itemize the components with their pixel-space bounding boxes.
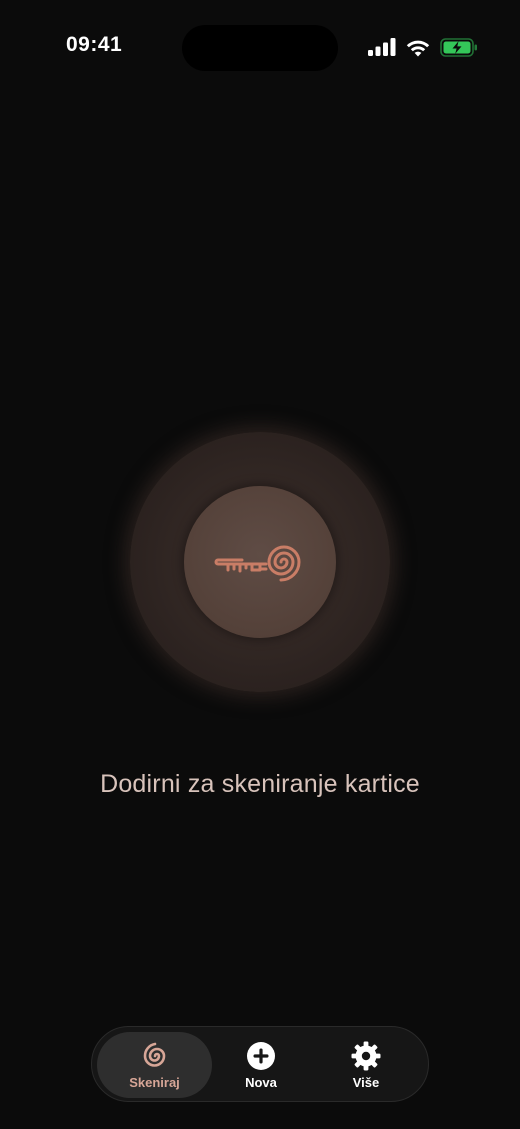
gear-icon: [350, 1041, 382, 1071]
tab-nova[interactable]: Nova: [213, 1032, 309, 1098]
status-icons: [368, 36, 478, 58]
cellular-signal-icon: [368, 38, 396, 56]
tab-skeniraj[interactable]: Skeniraj: [97, 1032, 212, 1098]
spiral-icon: [140, 1041, 170, 1071]
status-bar: 09:41: [0, 0, 520, 96]
scan-button[interactable]: [130, 432, 390, 692]
scan-hint-text: Dodirni za skeniranje kartice: [100, 770, 420, 798]
dynamic-island: [182, 25, 338, 71]
tab-label: Nova: [245, 1074, 277, 1090]
wifi-icon: [405, 38, 431, 57]
key-spiral-icon: [214, 536, 308, 593]
tab-label: Skeniraj: [129, 1074, 180, 1090]
plus-circle-icon: [246, 1041, 276, 1071]
status-time: 09:41: [66, 33, 123, 56]
battery-charging-icon: [440, 37, 478, 57]
tab-vise[interactable]: Više: [315, 1032, 417, 1098]
tab-bar: Skeniraj Nova Više: [91, 1026, 429, 1102]
tab-label: Više: [352, 1074, 380, 1090]
